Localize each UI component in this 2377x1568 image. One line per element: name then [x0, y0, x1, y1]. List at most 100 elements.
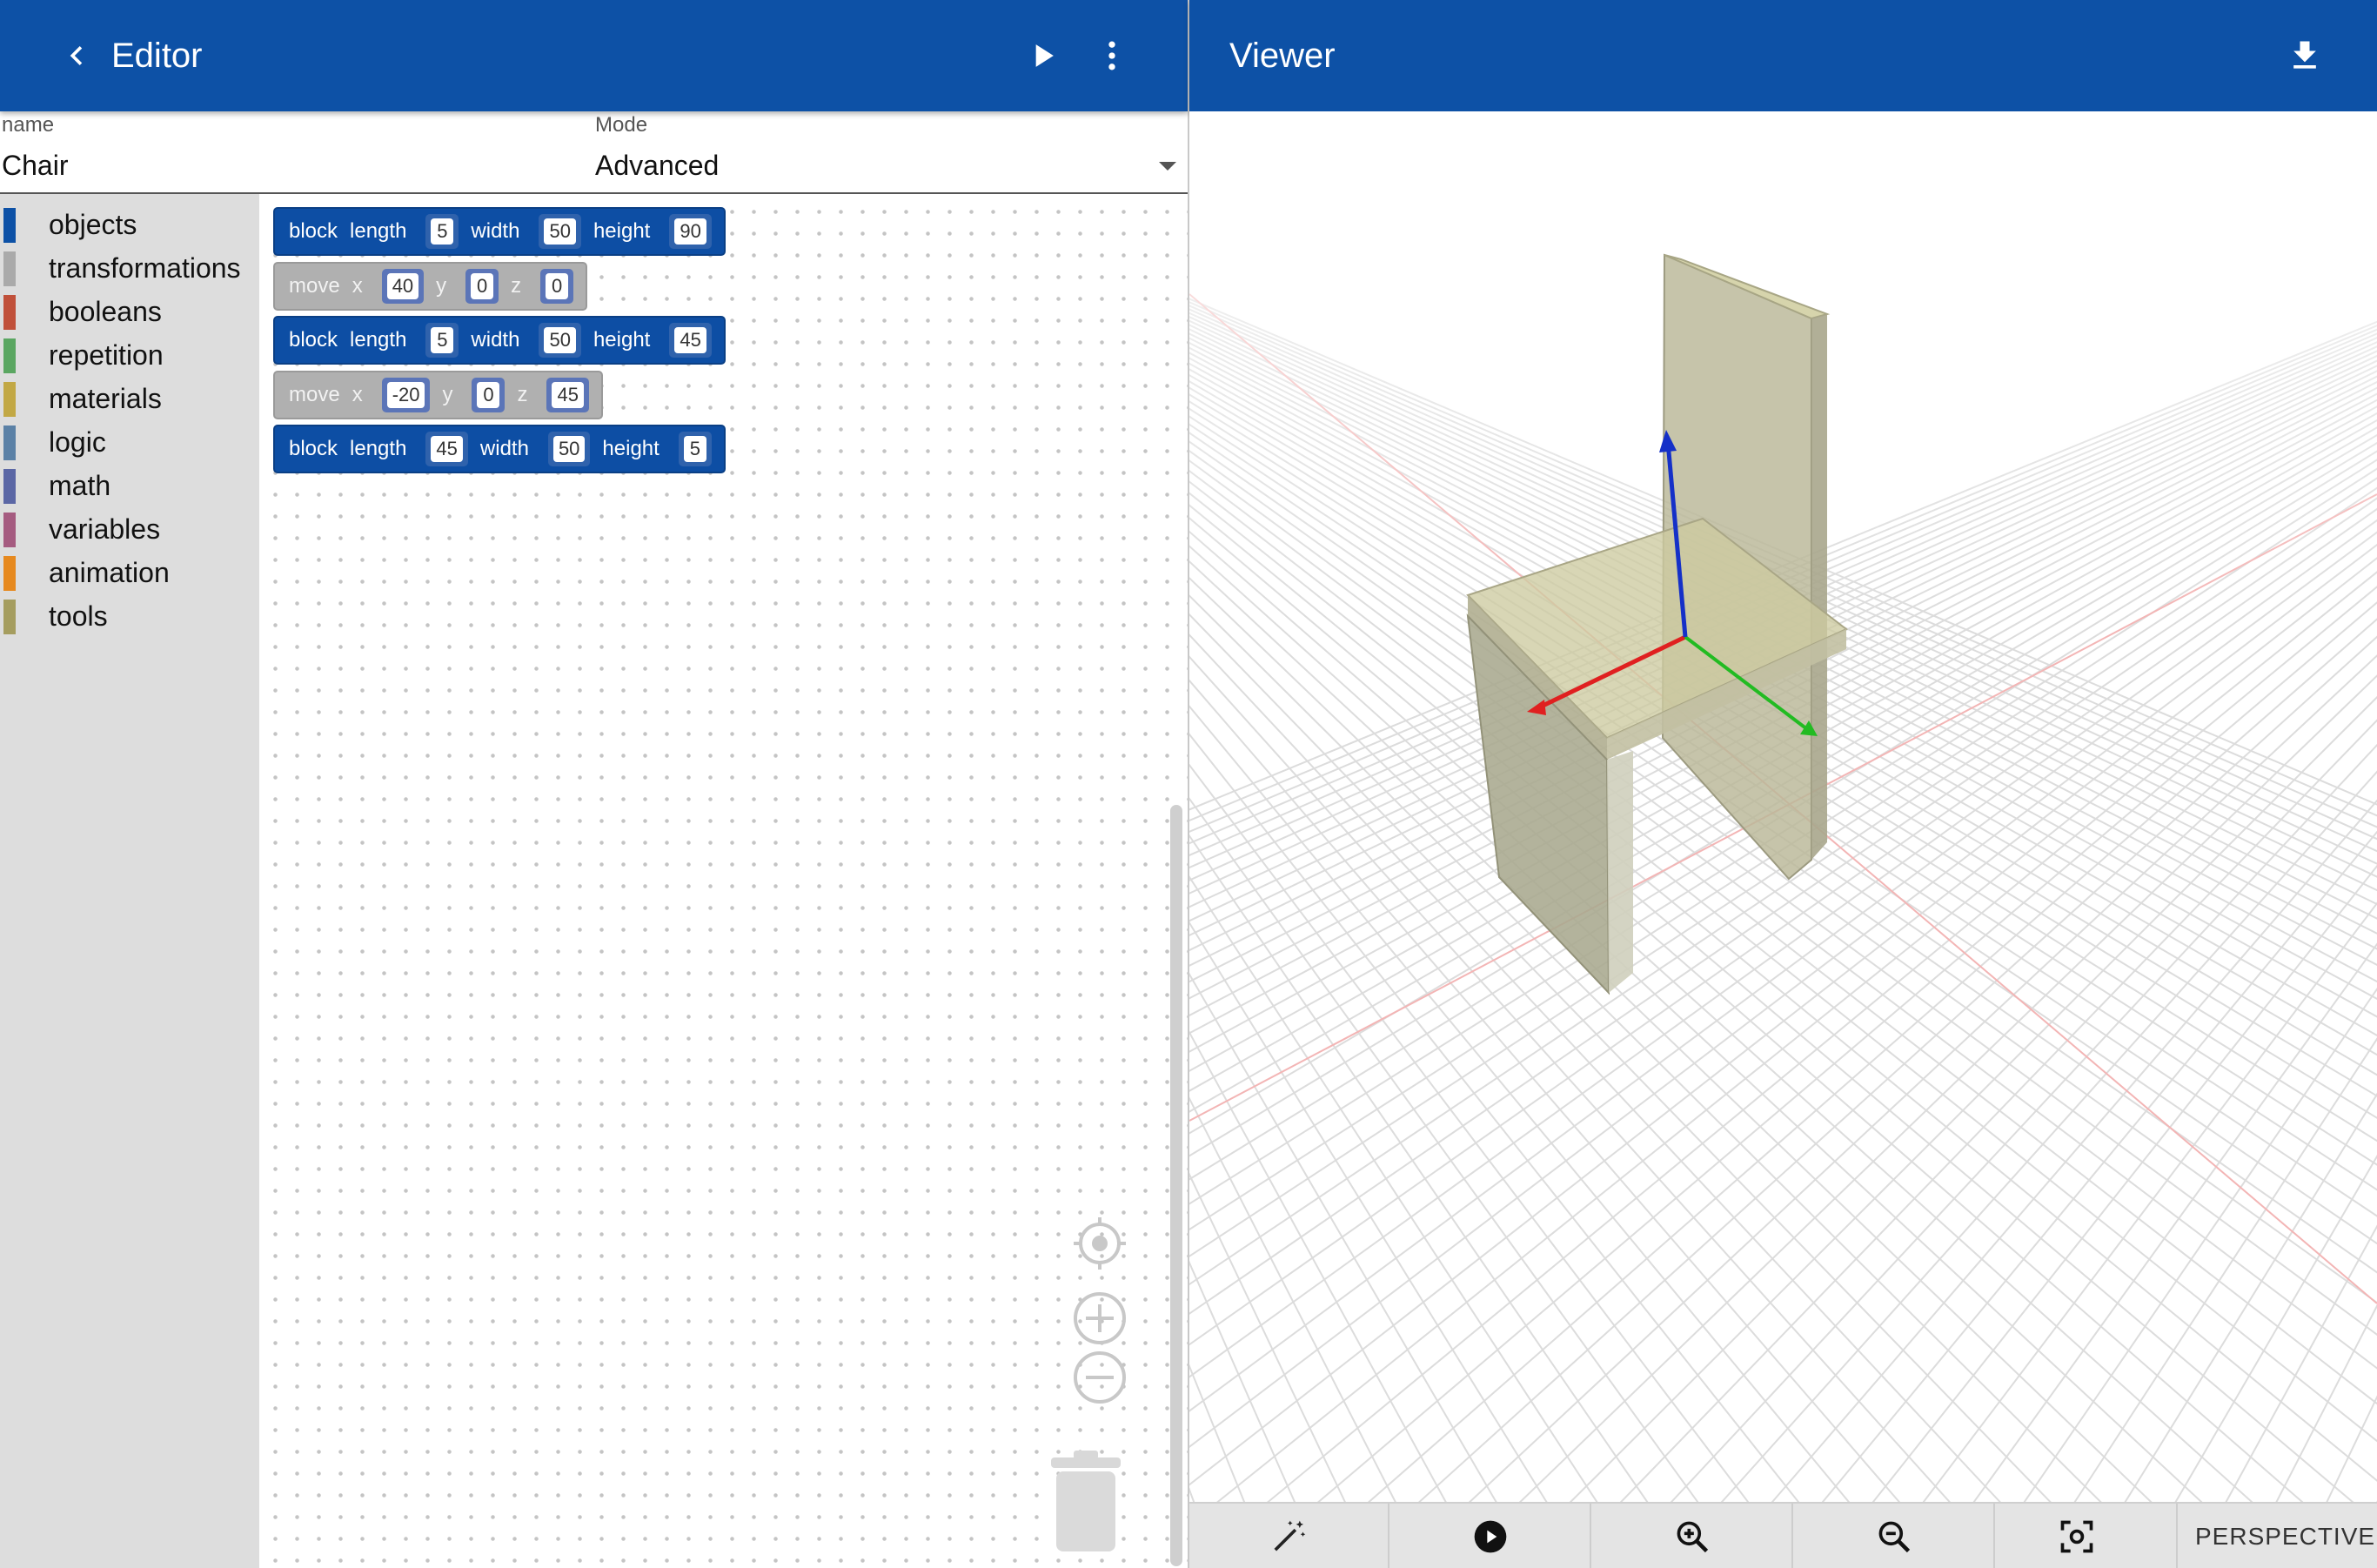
block-value-input[interactable]: 90 — [674, 218, 706, 245]
workspace-zoom-out-button[interactable] — [1072, 1350, 1128, 1405]
mode-dropdown-icon[interactable] — [1159, 162, 1176, 171]
move-statement[interactable]: move x -20 y 0 z 45 — [273, 371, 603, 419]
category-swatch — [3, 469, 16, 504]
category-swatch — [3, 208, 16, 243]
block-value-input[interactable]: 5 — [431, 327, 454, 353]
block-keyword: move — [289, 274, 340, 298]
3d-scene[interactable] — [1189, 111, 2377, 1568]
block-keyword: block — [289, 328, 338, 352]
magic-wand-icon — [1274, 1520, 1306, 1551]
toolbox-math[interactable]: math — [0, 464, 259, 507]
block-param-label: length — [350, 437, 407, 460]
block-value-input[interactable]: 50 — [552, 436, 586, 462]
editor-pane: Editor name Chair Mode Advanced objects … — [0, 0, 1188, 1568]
block-value-input[interactable]: 50 — [544, 218, 576, 245]
chevron-left-icon — [70, 46, 83, 65]
block-param-label: height — [602, 437, 660, 460]
zoom-in-icon — [1677, 1521, 1709, 1553]
category-swatch — [3, 382, 16, 417]
viewer-appbar: Viewer — [1189, 0, 2377, 111]
toolbox-transformations[interactable]: transformations — [0, 246, 259, 290]
minus-circle-icon — [1074, 1351, 1126, 1404]
play-circle-icon — [1474, 1520, 1507, 1553]
trash-button[interactable] — [1049, 1449, 1122, 1553]
download-button[interactable] — [2277, 28, 2333, 84]
recenter-button[interactable] — [1072, 1216, 1128, 1271]
name-label: name — [2, 113, 55, 137]
category-swatch — [3, 600, 16, 634]
toolbox-materials[interactable]: materials — [0, 377, 259, 420]
block-statement[interactable]: block length 5 width 50 height 90 — [273, 207, 726, 256]
category-swatch — [3, 426, 16, 460]
download-icon — [2293, 41, 2316, 69]
block-statement[interactable]: block length 5 width 50 height 45 — [273, 316, 726, 365]
fit-view-button[interactable] — [1978, 1504, 2178, 1568]
toolbox-label: transformations — [49, 252, 241, 284]
block-value-input[interactable]: 40 — [386, 273, 419, 299]
block-param-label: width — [471, 328, 520, 352]
toolbox-repetition[interactable]: repetition — [0, 333, 259, 377]
trash-icon — [1051, 1451, 1121, 1551]
workspace-zoom-in-button[interactable] — [1072, 1290, 1128, 1346]
play-icon — [1035, 44, 1054, 67]
viewer-title: Viewer — [1229, 37, 1336, 75]
back-button[interactable] — [49, 28, 104, 84]
block-param-label: x — [352, 383, 363, 406]
move-statement[interactable]: move x 40 y0 z0 — [273, 262, 588, 311]
block-keyword: block — [289, 437, 338, 460]
block-value-input[interactable]: 5 — [431, 218, 454, 245]
toolbox-booleans[interactable]: booleans — [0, 290, 259, 333]
toolbox: objects transformations booleans repetit… — [0, 194, 259, 1568]
projection-select[interactable]: PERSPECTIVE — [2179, 1504, 2377, 1568]
block-value-input[interactable]: 0 — [477, 382, 500, 408]
block-value-input[interactable]: 45 — [431, 436, 463, 462]
block-param-label: length — [350, 328, 407, 352]
block-keyword: move — [289, 383, 340, 406]
target-icon — [1074, 1217, 1126, 1270]
toolbox-label: repetition — [49, 339, 164, 371]
toolbox-label: booleans — [49, 296, 162, 327]
mode-select[interactable]: Advanced — [595, 150, 719, 182]
toolbox-label: materials — [49, 383, 162, 414]
block-statement[interactable]: block length 45 width 50 height 5 — [273, 425, 726, 473]
zoom-out-button[interactable] — [1795, 1504, 1995, 1568]
block-param-label: y — [442, 383, 453, 406]
block-param-label: z — [511, 274, 522, 298]
3d-viewport[interactable] — [1189, 111, 2377, 1568]
name-field[interactable]: Chair — [2, 150, 68, 182]
more-menu-button[interactable] — [1084, 28, 1140, 84]
block-value-input[interactable]: 5 — [683, 436, 706, 462]
toolbox-animation[interactable]: animation — [0, 551, 259, 594]
category-swatch — [3, 251, 16, 286]
block-value-input[interactable]: 0 — [546, 273, 569, 299]
toolbox-objects[interactable]: objects — [0, 203, 259, 246]
workspace-scrollbar[interactable] — [1170, 805, 1182, 1566]
mode-label: Mode — [595, 113, 648, 137]
block-param-label: x — [352, 274, 363, 298]
block-value-input[interactable]: -20 — [386, 382, 425, 408]
zoom-in-button[interactable] — [1593, 1504, 1793, 1568]
editor-appbar: Editor — [0, 0, 1188, 111]
toolbox-variables[interactable]: variables — [0, 507, 259, 551]
block-param-label: y — [436, 274, 447, 298]
plus-circle-icon — [1074, 1292, 1126, 1344]
category-swatch — [3, 295, 16, 330]
play-animation-button[interactable] — [1391, 1504, 1591, 1568]
block-param-label: width — [471, 219, 520, 243]
projection-label: PERSPECTIVE — [2195, 1523, 2376, 1550]
block-value-input[interactable]: 50 — [544, 327, 576, 353]
block-value-input[interactable]: 45 — [674, 327, 706, 353]
viewer-toolbar: PERSPECTIVE — [1189, 1502, 2377, 1568]
block-param-label: height — [593, 328, 651, 352]
toolbox-label: variables — [49, 513, 161, 545]
toolbox-tools[interactable]: tools — [0, 594, 259, 638]
toolbox-label: math — [49, 470, 111, 501]
toolbox-label: logic — [49, 426, 106, 458]
block-value-input[interactable]: 0 — [471, 273, 494, 299]
block-value-input[interactable]: 45 — [552, 382, 584, 408]
run-button[interactable] — [1014, 28, 1070, 84]
blocks-workspace[interactable]: block length 5 width 50 height 90 move x 40 … — [259, 194, 1188, 1568]
toolbox-logic[interactable]: logic — [0, 420, 259, 464]
magic-wand-button[interactable] — [1189, 1504, 1389, 1568]
block-param-label: z — [517, 383, 528, 406]
